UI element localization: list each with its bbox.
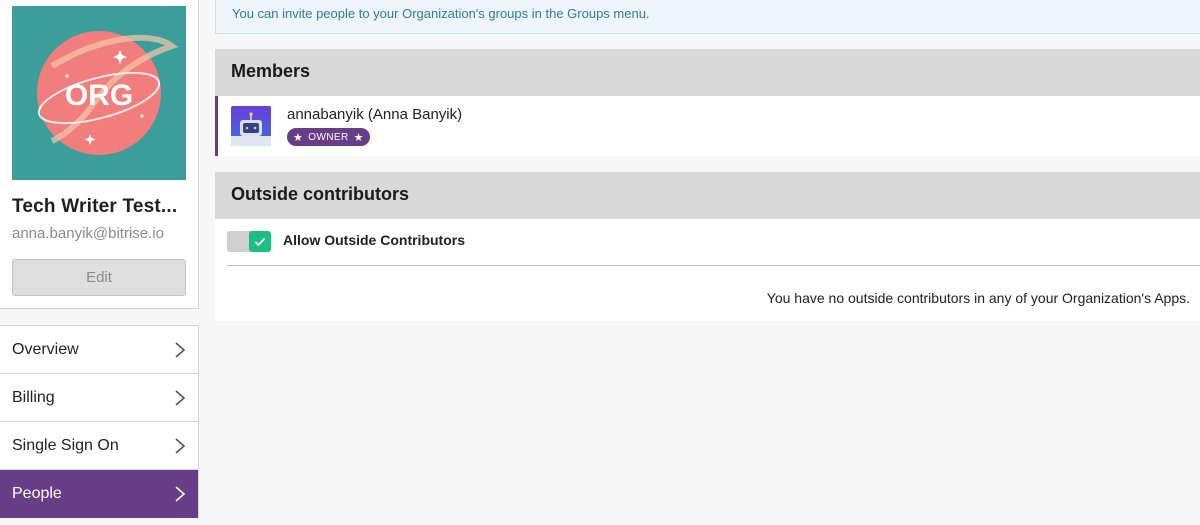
sidebar-item-label: Single Sign On — [12, 436, 119, 454]
member-accent-bar — [215, 96, 218, 156]
chevron-right-icon — [175, 341, 186, 358]
sidebar-nav: Overview Billing Single Sign On People — [0, 325, 199, 518]
sidebar-item-label: Billing — [12, 388, 55, 406]
outside-contributors-panel: Allow Outside Contributors You have no o… — [215, 219, 1200, 321]
sidebar-item-people[interactable]: People — [0, 470, 198, 518]
toggle-knob — [249, 231, 271, 252]
org-profile-card: ORG Tech Writer Test... anna.banyik@bitr… — [0, 0, 199, 309]
member-name: annabanyik (Anna Banyik) — [287, 106, 463, 123]
empty-state-text: You have no outside contributors in any … — [766, 290, 1190, 306]
divider — [227, 265, 1200, 266]
members-heading: Members — [215, 49, 1200, 96]
robot-avatar-icon — [231, 106, 271, 146]
sidebar-item-single-sign-on[interactable]: Single Sign On — [0, 422, 198, 470]
info-banner: You can invite people to your Organizati… — [215, 0, 1200, 34]
sidebar-item-billing[interactable]: Billing — [0, 374, 198, 422]
org-email: anna.banyik@bitrise.io — [12, 225, 164, 242]
allow-outside-contributors-toggle[interactable] — [227, 231, 271, 252]
sidebar-item-label: People — [12, 484, 62, 502]
owner-badge: ★ OWNER ★ — [287, 128, 370, 146]
role-label: OWNER — [308, 131, 349, 143]
outside-contributors-heading: Outside contributors — [215, 172, 1200, 219]
toggle-label: Allow Outside Contributors — [283, 232, 465, 248]
org-avatar: ORG — [12, 6, 186, 180]
checkmark-icon — [254, 237, 266, 246]
star-icon: ★ — [293, 131, 304, 144]
members-list: annabanyik (Anna Banyik) ★ OWNER ★ — [215, 96, 1200, 156]
org-title: Tech Writer Test... — [12, 196, 178, 217]
chevron-right-icon — [175, 485, 186, 502]
org-logo-icon: ORG — [12, 6, 186, 180]
org-logo-text: ORG — [65, 79, 133, 112]
sidebar-item-label: Overview — [12, 340, 79, 358]
edit-button[interactable]: Edit — [12, 259, 186, 296]
avatar — [231, 106, 271, 146]
chevron-right-icon — [175, 389, 186, 406]
sidebar-item-overview[interactable]: Overview — [0, 326, 198, 374]
star-icon: ★ — [353, 131, 364, 144]
chevron-right-icon — [175, 437, 186, 454]
